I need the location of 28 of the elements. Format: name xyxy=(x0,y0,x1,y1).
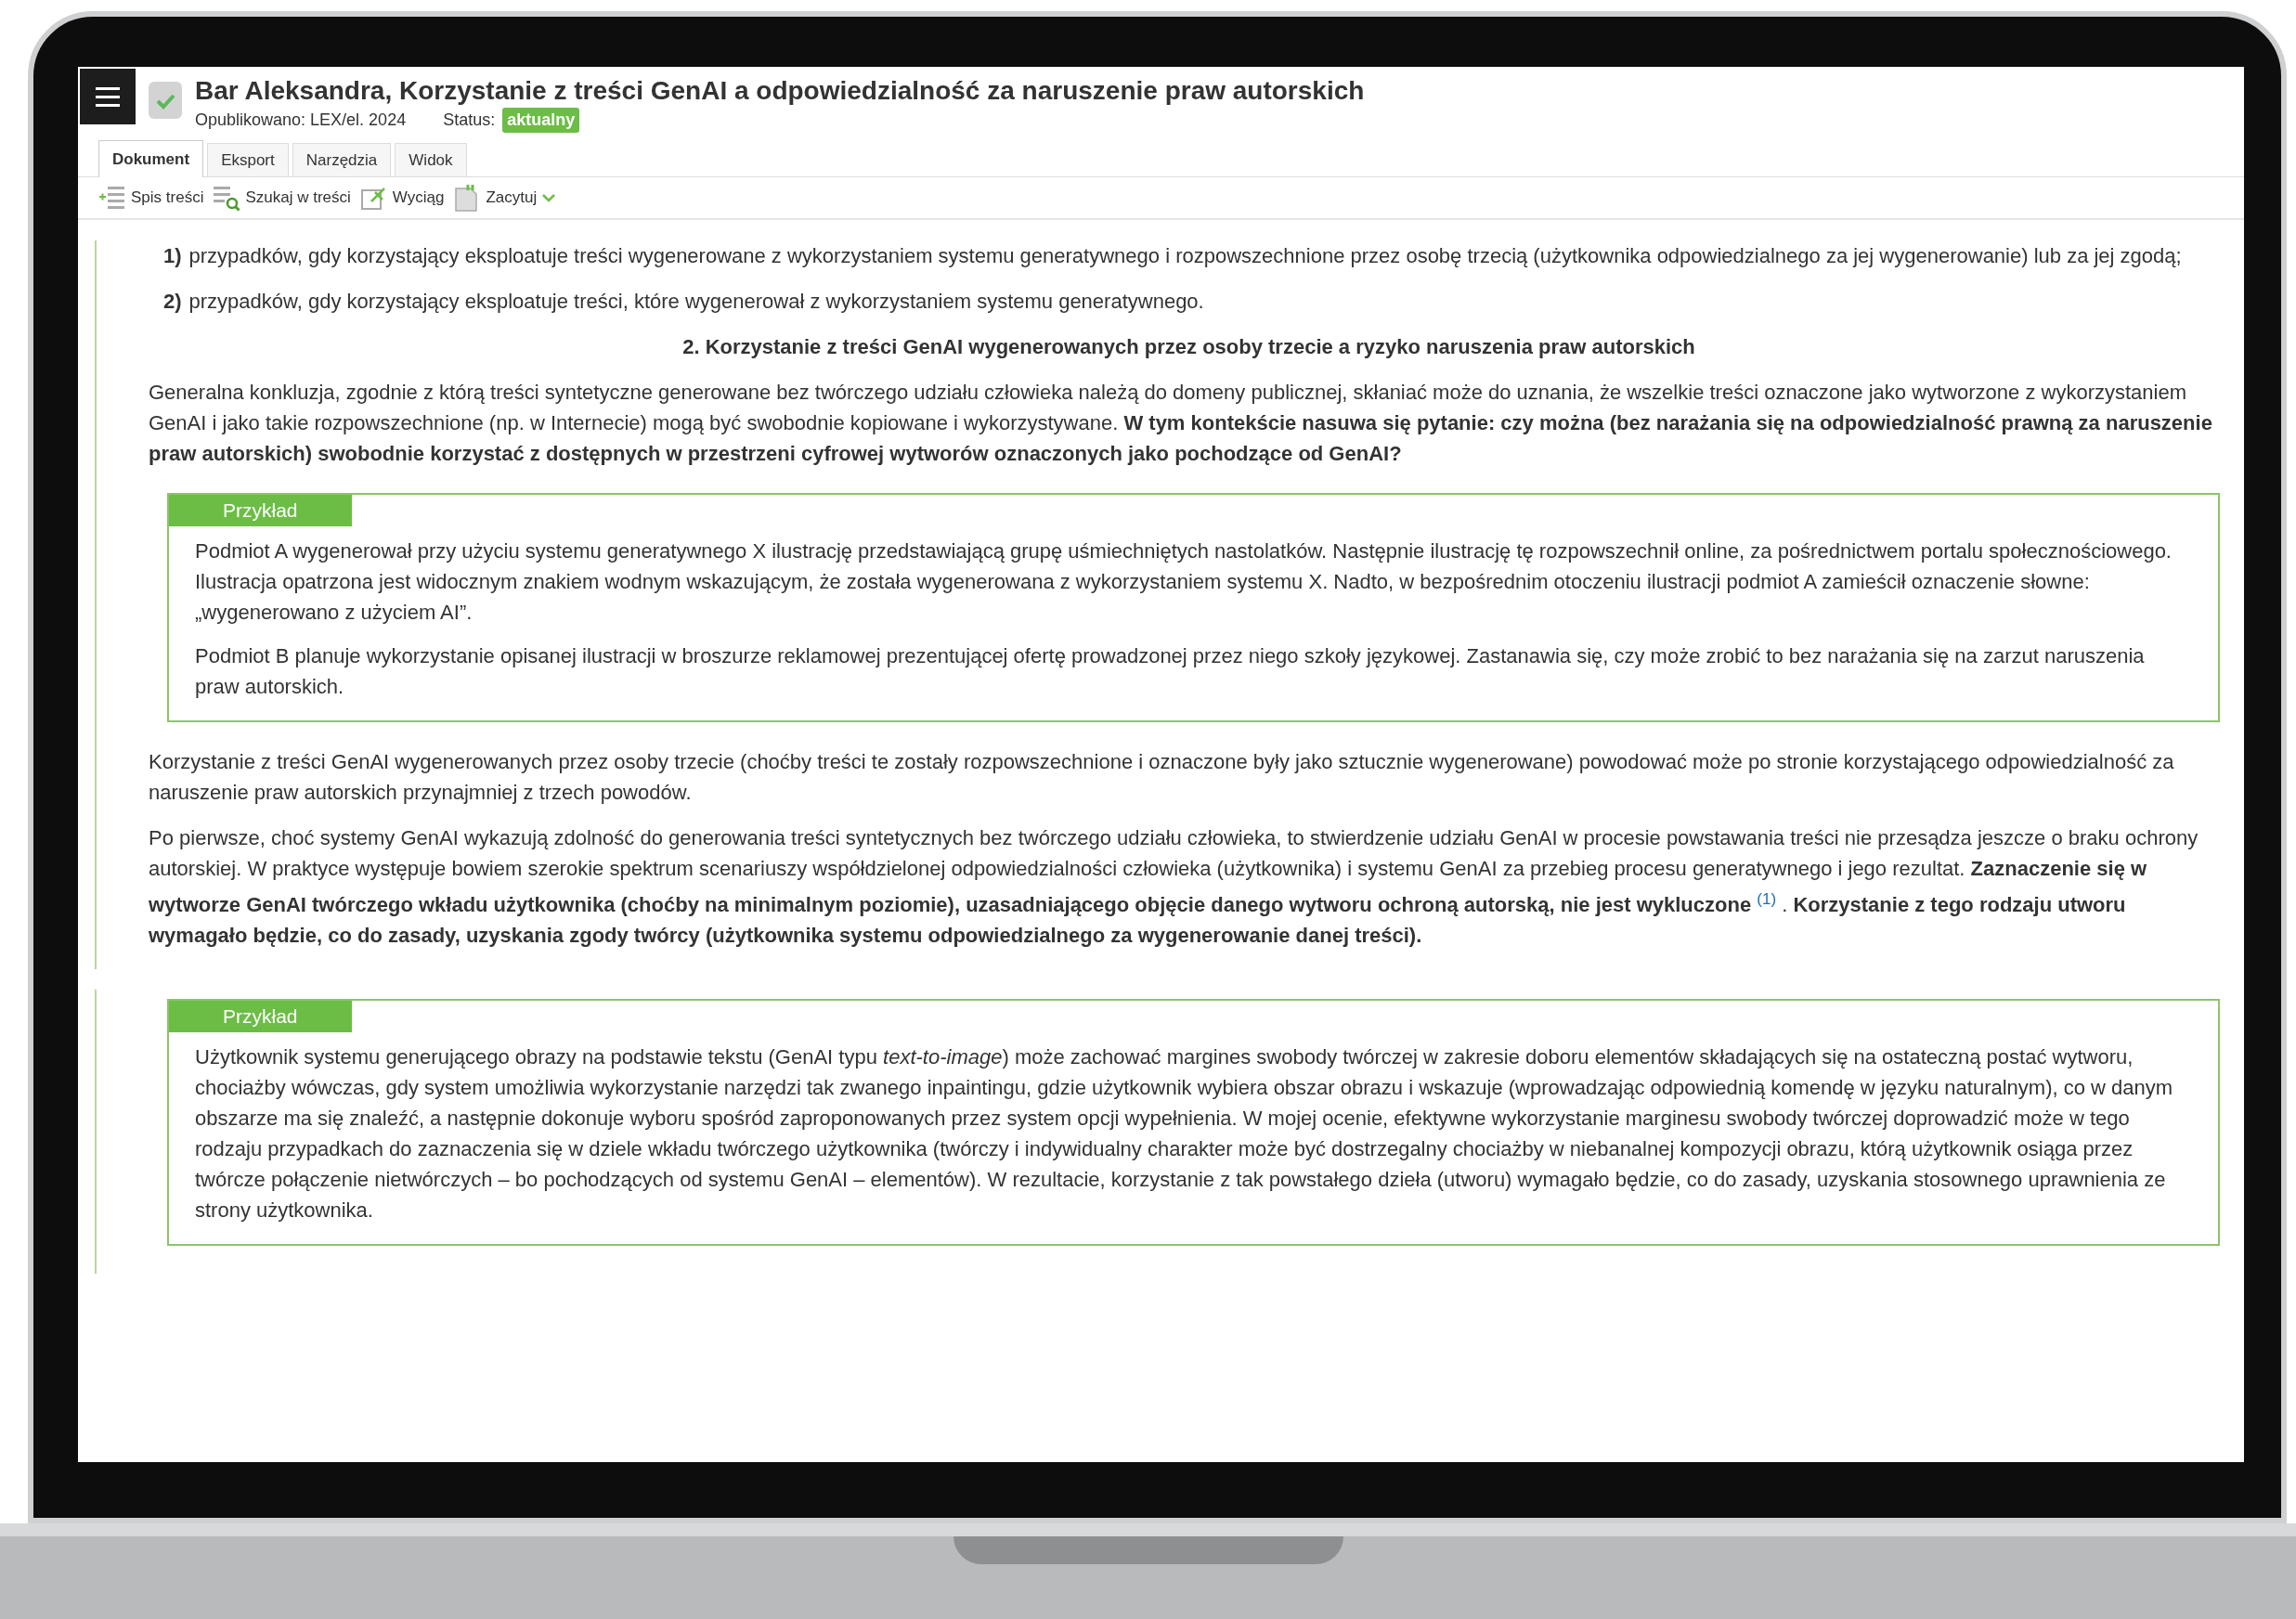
tab[interactable]: Dokument xyxy=(98,140,204,177)
footnote-link[interactable]: (1) xyxy=(1757,890,1777,908)
tab[interactable]: Eksport xyxy=(207,143,289,176)
paragraph: Generalna konkluzja, zgodnie z którą treści syntetyczne generowane bez twórczego udziału człowieka należą do domeny publicznej, skłaniać może do uznania, że wszelkie treści oznaczone jako wytworzone z wykorzystaniem GenAI i jako takie rozpowszechnione (np. w Internecie) mogą być swobodnie kopiowane i wykorzystywane. W tym kontekście nasuwa się pytanie: czy można (bez narażania się na odpowiedzialność prawną za naruszenie praw autorskich) swobodnie korzystać z dostępnych w przestrzeni cyfrowej wytworów oznaczonych jako pochodzące od GenAI? xyxy=(149,380,2213,467)
menu-button[interactable] xyxy=(80,69,136,124)
list-item-text: przypadków, gdy korzystający eksploatuje treści wygenerowane z wykorzystaniem systemu generatywnego i rozpowszechnione przez osobę trzecią (użytkownika odpowiedzialnego za jej wygenerowanie) lub za jej zgodą; xyxy=(188,243,2182,269)
tab[interactable]: Narzędzia xyxy=(292,143,392,176)
example-label: Przykład xyxy=(169,495,352,526)
publication-info: Opublikowano: LEX/el. 2024 xyxy=(195,110,407,131)
example-paragraph: Podmiot A wygenerował przy użyciu systemu generatywnego X ilustrację przedstawiającą grupę uśmiechniętych nastolatków. Następnie ilustrację tę rozpowszechnił online, za pośrednictwem portalu społecznościowego. Ilustracja opatrzona jest widocznym znakiem wodnym wskazującym, że została wygenerowana z wykorzystaniem systemu X. Nadto, w bezpośrednim otoczeniu ilustracji podmiot A zamieścił oznaczenie słowne: „wygenerowano z użyciem AI”. xyxy=(195,538,2173,626)
document-title: Bar Aleksandra, Korzystanie z treści GenAI a odpowiedzialność za naruszenie praw autorskich xyxy=(195,75,1365,107)
list-number: 1) xyxy=(163,243,182,269)
paragraph: Po pierwsze, choć systemy GenAI wykazują zdolność do generowania treści syntetycznych bez twórczego udziału człowieka, to stwierdzenie udziału GenAI w procesie powstawania treści nie przesądza jeszcze o braku ochrony autorskiej. W praktyce występuje bowiem szerokie spektrum scenariuszy współdzielonej odpowiedzialności człowieka (użytkownika) i systemu GenAI za przebieg procesu generatywnego i jego rezultat. Zaznaczenie się w wytworze GenAI twórczego wkładu użytkownika (choćby na minimalnym poziomie), uzasadniającego objęcie danego wytworu ochroną autorską, nie jest wykluczone $^{(1)}$ . Korzystanie z tego rodzaju utworu wymagało będzie, co do zasady, uzyskania zgody twórcy (użytkownika systemu odpowiedzialnego za wygenerowanie danej treści). xyxy=(149,825,2199,950)
tab[interactable]: Widok xyxy=(395,143,467,176)
list-item-text: przypadków, gdy korzystający eksploatuje treści, które wygenerował z wykorzystaniem systemu generatywnego. xyxy=(188,289,1204,315)
list-number: 2) xyxy=(163,289,182,315)
paragraph: Korzystanie z treści GenAI wygenerowanych przez osoby trzecie (choćby treści te zostały rozpowszechnione i oznaczone były jako sztucznie wygenerowane) powodować może po stronie korzystającego odpowiedzialność za naruszenie praw autorskich przynajmniej z trzech powodów. xyxy=(149,749,2175,806)
status-badge: aktualny xyxy=(502,108,580,133)
toolbar-button[interactable]: Spis treści xyxy=(98,183,204,213)
example-label: Przykład xyxy=(169,1001,352,1033)
status-label: Status: xyxy=(443,110,496,131)
toolbar-button[interactable]: Wyciąg xyxy=(359,183,445,213)
check-document-icon xyxy=(147,80,184,121)
toolbar-button[interactable]: Zacytuj xyxy=(453,183,557,213)
example-paragraph: Użytkownik systemu generującego obrazy na podstawie tekstu (GenAI typu text-to-image) może zachować margines swobody twórczej w zakresie doboru elementów składających się na ostateczną postać wytworu, chociażby wówczas, gdy system umożliwia wykorzystanie narzędzi tak zwanego inpaintingu, gdzie użytkownik wybiera obszar obrazu i wskazuje (wprowadzając odpowiednią komendę w języku naturalnym), co w danym obszarze ma się znaleźć, a następnie dokonuje wyboru spośród zaproponowanych przez system opcji wypełnienia. W mojej ocenie, efektywne wykorzystanie marginesu swobody twórczej doprowadzić może w tego rodzaju przypadkach do zaznaczenia się w dziele wkładu twórczego użytkownika (twórczy i indywidualny charakter może być dostrzegalny chociażby w niebanalnej kompozycji obrazu, którą użytkownik osiąga przez twórcze połączenie nietwórczych – bo pochodzących od systemu GenAI – elementów). W rezultacie, korzystanie z tak powstałego dzieła (utworu) wymagało będzie, co do zasady, uzyskania stosownego uprawnienia ze strony użytkownika. xyxy=(195,1044,2174,1224)
toolbar-button[interactable]: Szukaj w treści xyxy=(213,183,351,213)
section-heading: 2. Korzystanie z treści GenAI wygenerowanych przez osoby trzecie a ryzyko naruszenia praw autorskich xyxy=(681,334,1696,360)
example-paragraph: Podmiot B planuje wykorzystanie opisanej ilustracji w broszurze reklamowej prezentującej ofertę prowadzonej przez niego szkoły językowej. Zastanawia się, czy może zrobić to bez narażania się na zarzut naruszenia praw autorskich. xyxy=(195,643,2146,700)
